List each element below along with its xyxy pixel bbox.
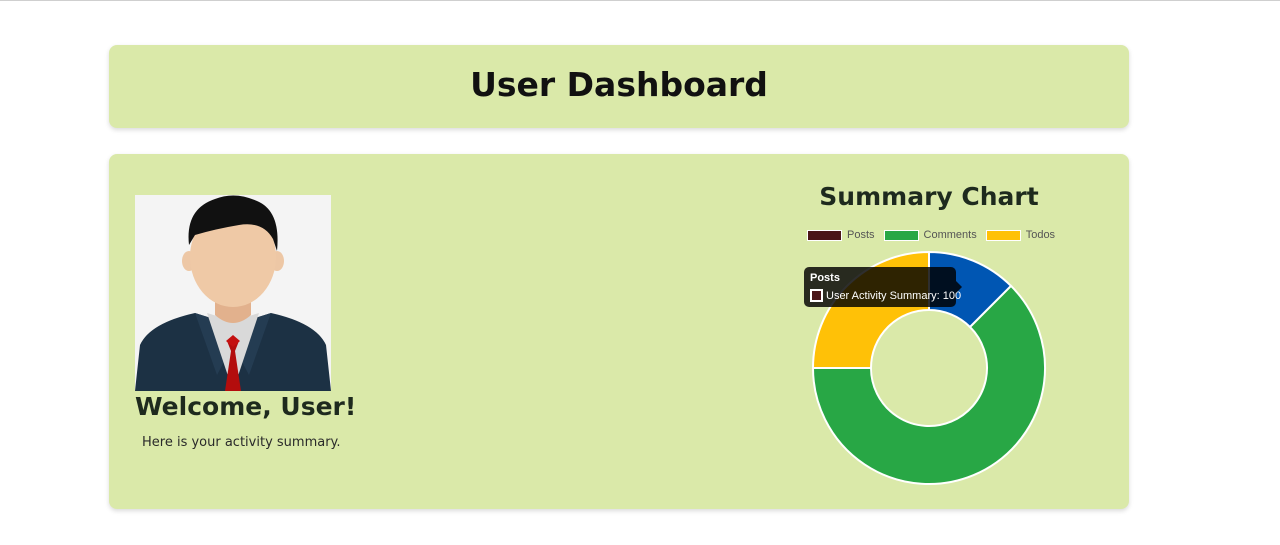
tooltip-label: User Activity Summary: 100 (826, 289, 962, 302)
chart-legend: Posts Comments Todos (807, 229, 1055, 241)
header-card: User Dashboard (109, 45, 1129, 128)
legend-swatch (883, 229, 919, 241)
activity-summary-card: Welcome, User! Here is your activity sum… (109, 154, 1129, 509)
tooltip-color-swatch (810, 289, 823, 302)
chart-title: Summary Chart (819, 182, 1039, 211)
tooltip-title: Posts (810, 272, 840, 284)
legend-item-todos[interactable]: Todos (985, 229, 1056, 241)
profile-section: Welcome, User! Here is your activity sum… (135, 195, 356, 450)
legend-item-posts[interactable]: Posts (807, 229, 875, 241)
legend-label: Posts (847, 229, 875, 241)
legend-item-comments[interactable]: Comments (883, 229, 977, 241)
legend-label: Todos (1025, 229, 1056, 241)
user-avatar-icon (135, 195, 331, 391)
tooltip-body: User Activity Summary: 100 (810, 289, 961, 302)
legend-label: Comments (923, 229, 977, 241)
welcome-heading: Welcome, User! (135, 392, 357, 421)
legend-swatch (985, 229, 1021, 241)
legend-swatch (807, 229, 842, 241)
chart-tooltip: Posts User Activity Summary: 100 (804, 267, 962, 307)
page-title: User Dashboard (470, 65, 768, 104)
activity-summary-text: Here is your activity summary. (142, 435, 341, 450)
